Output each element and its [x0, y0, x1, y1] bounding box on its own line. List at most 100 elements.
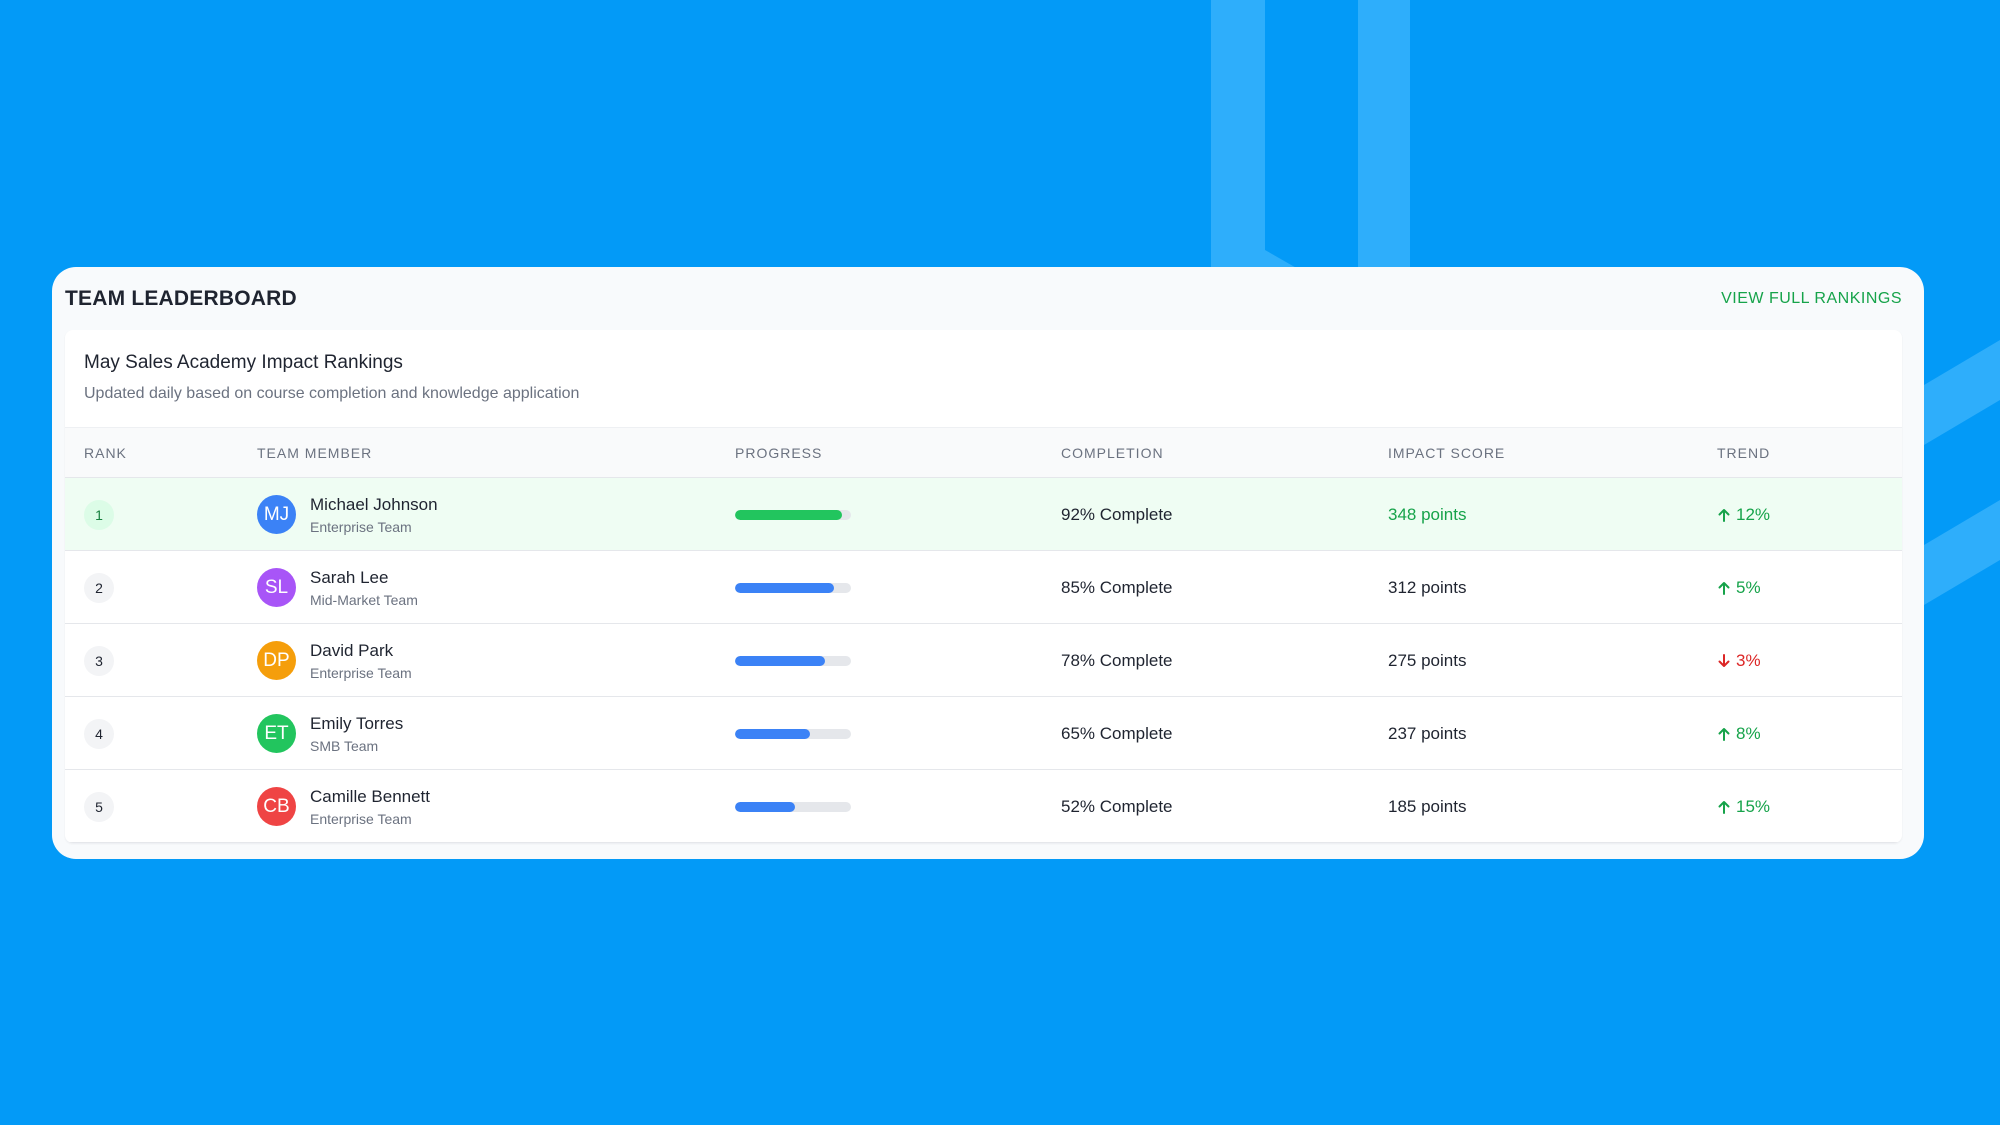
- avatar: CB: [257, 787, 296, 826]
- impact-score: 275 points: [1388, 650, 1467, 670]
- progress-fill: [735, 655, 826, 666]
- score-cell: 312 points: [1388, 551, 1466, 624]
- progress-bar: [735, 509, 851, 520]
- trend-cell: 12%: [1718, 478, 1770, 551]
- trend-cell: 15%: [1718, 770, 1770, 843]
- member-team: Enterprise Team: [310, 518, 412, 535]
- table-row[interactable]: 2 SL Sarah Lee Mid-Market Team 85% Complete 3…: [65, 551, 1902, 624]
- progress-cell: [735, 770, 851, 843]
- trend-value: 5%: [1736, 577, 1761, 597]
- impact-score: 185 points: [1388, 796, 1467, 816]
- member-team: Enterprise Team: [310, 664, 412, 681]
- trend-value: 12%: [1736, 504, 1771, 524]
- member-cell: DP David Park Enterprise Team: [257, 624, 412, 697]
- completion-cell: 52% Complete: [1061, 770, 1173, 843]
- progress-fill: [735, 801, 796, 812]
- completion-cell: 78% Complete: [1061, 624, 1173, 697]
- member-cell: MJ Michael Johnson Enterprise Team: [257, 478, 438, 551]
- member-name: Emily Torres: [310, 713, 404, 733]
- view-full-rankings-link[interactable]: VIEW FULL RANKINGS: [1721, 290, 1902, 308]
- rank-cell: 3: [84, 624, 114, 697]
- score-cell: 185 points: [1388, 770, 1466, 843]
- progress-fill: [735, 582, 834, 593]
- column-header-impact-score: IMPACT SCORE: [1388, 445, 1506, 461]
- trend-cell: 3%: [1718, 624, 1761, 697]
- member-info: Michael Johnson Enterprise Team: [310, 495, 438, 535]
- member-team: Enterprise Team: [310, 810, 412, 827]
- completion-text: 65% Complete: [1061, 723, 1173, 743]
- completion-cell: 85% Complete: [1061, 551, 1173, 624]
- completion-cell: 92% Complete: [1061, 478, 1173, 551]
- column-header-progress: PROGRESS: [735, 445, 823, 461]
- rank-badge: 2: [84, 572, 114, 603]
- column-header-trend: TREND: [1717, 445, 1771, 461]
- rank-cell: 4: [84, 697, 114, 770]
- completion-text: 92% Complete: [1061, 504, 1173, 524]
- progress-bar: [735, 582, 851, 593]
- completion-text: 52% Complete: [1061, 796, 1173, 816]
- column-header-rank: RANK: [84, 445, 127, 461]
- card-title: TEAM LEADERBOARD: [65, 286, 297, 310]
- column-header-completion: COMPLETION: [1061, 445, 1164, 461]
- avatar: ET: [257, 714, 296, 753]
- trend-indicator: 15%: [1718, 797, 1770, 817]
- progress-cell: [735, 697, 851, 770]
- impact-score: 237 points: [1388, 723, 1467, 743]
- member-info: Sarah Lee Mid-Market Team: [310, 568, 418, 608]
- member-cell: ET Emily Torres SMB Team: [257, 697, 403, 770]
- rank-badge: 1: [84, 499, 114, 530]
- panel-header: May Sales Academy Impact Rankings Update…: [65, 330, 1902, 428]
- arrow-up-icon: [1718, 727, 1730, 741]
- arrow-down-icon: [1718, 653, 1730, 667]
- leaderboard-card: TEAM LEADERBOARD VIEW FULL RANKINGS May …: [52, 267, 1924, 859]
- table-row[interactable]: 3 DP David Park Enterprise Team 78% Complete…: [65, 624, 1902, 697]
- table-header: RANK TEAM MEMBER PROGRESS COMPLETION IMP…: [65, 428, 1902, 478]
- trend-indicator: 8%: [1718, 724, 1761, 744]
- member-name: Michael Johnson: [310, 494, 438, 514]
- completion-text: 85% Complete: [1061, 577, 1173, 597]
- member-cell: SL Sarah Lee Mid-Market Team: [257, 551, 418, 624]
- impact-score: 348 points: [1388, 504, 1467, 524]
- impact-score: 312 points: [1388, 577, 1467, 597]
- member-name: Sarah Lee: [310, 567, 389, 587]
- arrow-up-icon: [1718, 800, 1730, 814]
- avatar: MJ: [257, 495, 296, 534]
- member-name: Camille Bennett: [310, 786, 431, 806]
- progress-fill: [735, 728, 811, 739]
- member-info: Emily Torres SMB Team: [310, 714, 403, 754]
- trend-value: 3%: [1736, 650, 1761, 670]
- member-name: David Park: [310, 640, 394, 660]
- rank-badge: 5: [84, 791, 114, 822]
- table-row[interactable]: 4 ET Emily Torres SMB Team 65% Complete 237 p…: [65, 697, 1902, 770]
- table-row[interactable]: 5 CB Camille Bennett Enterprise Team 52% Com…: [65, 770, 1902, 843]
- progress-cell: [735, 551, 851, 624]
- trend-cell: 8%: [1718, 697, 1761, 770]
- score-cell: 348 points: [1388, 478, 1466, 551]
- rank-badge: 4: [84, 718, 114, 749]
- member-cell: CB Camille Bennett Enterprise Team: [257, 770, 430, 843]
- table-row[interactable]: 1 MJ Michael Johnson Enterprise Team 92% Com…: [65, 478, 1902, 551]
- member-info: David Park Enterprise Team: [310, 641, 412, 681]
- member-team: SMB Team: [310, 737, 379, 754]
- score-cell: 237 points: [1388, 697, 1466, 770]
- progress-fill: [735, 509, 842, 520]
- completion-text: 78% Complete: [1061, 650, 1173, 670]
- trend-value: 8%: [1736, 723, 1761, 743]
- rank-cell: 1: [84, 478, 114, 551]
- rank-cell: 5: [84, 770, 114, 843]
- avatar: DP: [257, 641, 296, 680]
- trend-indicator: 3%: [1718, 651, 1761, 671]
- rank-cell: 2: [84, 551, 114, 624]
- trend-indicator: 12%: [1718, 505, 1770, 525]
- trend-cell: 5%: [1718, 551, 1761, 624]
- progress-cell: [735, 478, 851, 551]
- progress-bar: [735, 655, 851, 666]
- rank-badge: 3: [84, 645, 114, 676]
- arrow-up-icon: [1718, 508, 1730, 522]
- member-info: Camille Bennett Enterprise Team: [310, 787, 430, 827]
- column-header-team-member: TEAM MEMBER: [257, 445, 373, 461]
- member-team: Mid-Market Team: [310, 591, 418, 608]
- panel-subtitle: Updated daily based on course completion…: [84, 385, 580, 402]
- rankings-panel: May Sales Academy Impact Rankings Update…: [65, 330, 1902, 843]
- avatar: SL: [257, 568, 296, 607]
